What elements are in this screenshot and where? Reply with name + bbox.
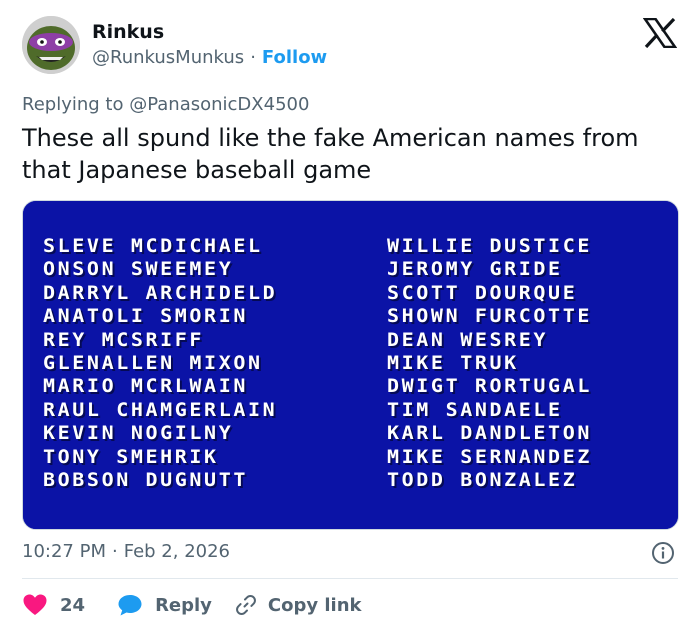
roster-name: TONY SMEHRIK <box>43 444 219 468</box>
tweet-timestamp[interactable]: 10:27 PM · Feb 2, 2026 <box>22 541 230 562</box>
avatar[interactable] <box>22 16 80 74</box>
roster-name: DEAN WESREY <box>387 327 549 351</box>
roster-name: MIKE SERNANDEZ <box>387 444 592 468</box>
author-handle-row: @RunkusMunkus · Follow <box>92 47 327 68</box>
roster-name: SHOWN FURCOTTE <box>387 304 592 328</box>
roster-name: ANATOLI SMORIN <box>43 304 248 328</box>
roster-name: REY MCSRIFF <box>43 327 205 351</box>
like-button[interactable]: 24 <box>22 593 85 617</box>
follow-button[interactable]: Follow <box>262 47 327 68</box>
tweet-media-image[interactable]: SLEVE MCDICHAEL ONSON SWEEMEY DARRYL ARC… <box>22 200 679 530</box>
author-name[interactable]: Rinkus <box>92 21 164 43</box>
copy-link-label: Copy link <box>267 594 362 616</box>
avatar-turtle-image <box>22 16 80 74</box>
author-handle[interactable]: @RunkusMunkus <box>92 47 244 68</box>
roster-left-column: SLEVE MCDICHAEL ONSON SWEEMEY DARRYL ARC… <box>43 234 278 492</box>
roster-name: SLEVE MCDICHAEL <box>43 234 263 257</box>
handle-separator: · <box>250 47 256 68</box>
replying-to-mention[interactable]: @PanasonicDX4500 <box>129 94 309 115</box>
link-icon <box>235 594 256 616</box>
reply-button[interactable]: Reply <box>117 593 212 617</box>
tweet-text: These all spund like the fake American n… <box>22 124 639 184</box>
tweet-actions: 24 Reply Copy link <box>22 590 362 620</box>
reply-label: Reply <box>155 594 212 616</box>
roster-name: DWIGT RORTUGAL <box>387 374 592 398</box>
replying-to-label: Replying to <box>22 94 124 115</box>
heart-icon <box>23 594 47 615</box>
roster-name: TODD BONZALEZ <box>387 468 578 491</box>
roster-name: KEVIN NOGILNY <box>43 421 234 445</box>
roster-name: TIM SANDAELE <box>387 397 563 421</box>
roster-name: KARL DANDLETON <box>387 421 592 445</box>
replying-to: Replying to @PanasonicDX4500 <box>22 94 309 115</box>
copy-link-button[interactable]: Copy link <box>234 593 362 617</box>
roster-name: BOBSON DUGNUTT <box>43 468 248 491</box>
x-logo-icon[interactable] <box>642 17 678 49</box>
roster-right-column: WILLIE DUSTICE JEROMY GRIDE SCOTT DOURQU… <box>387 234 592 492</box>
roster-name: ONSON SWEEMEY <box>43 257 234 281</box>
roster-name: RAUL CHAMGERLAIN <box>43 397 278 421</box>
like-count: 24 <box>60 594 86 616</box>
roster-name: JEROMY GRIDE <box>387 257 563 281</box>
speech-bubble-icon <box>118 595 142 616</box>
timestamp-separator: · <box>111 541 118 562</box>
roster-name: WILLIE DUSTICE <box>387 234 592 257</box>
tweet-time: 10:27 PM <box>22 541 106 562</box>
roster-name: MIKE TRUK <box>387 351 519 374</box>
roster-name: SCOTT DOURQUE <box>387 280 578 304</box>
roster-name: GLENALLEN MIXON <box>43 351 263 374</box>
tweet-date: Feb 2, 2026 <box>123 541 231 562</box>
info-icon[interactable] <box>651 541 675 565</box>
roster-name: DARRYL ARCHIDELD <box>43 280 278 304</box>
divider <box>22 578 678 579</box>
roster-name: MARIO MCRLWAIN <box>43 374 248 398</box>
